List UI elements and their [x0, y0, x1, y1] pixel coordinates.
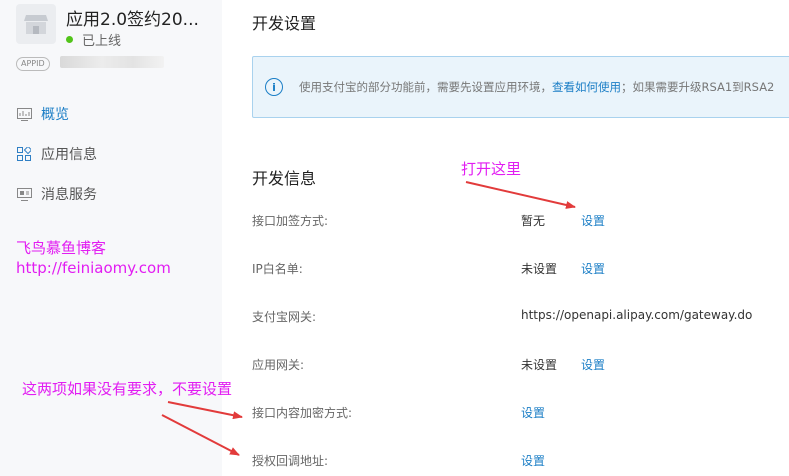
info-notice: i 使用支付宝的部分功能前，需要先设置应用环境， 查看如何使用 ；如果需要升级R…	[252, 56, 789, 118]
how-to-use-link[interactable]: 查看如何使用	[552, 79, 621, 95]
app-status: 已上线	[66, 30, 121, 49]
set-sign-method-link[interactable]: 设置	[581, 212, 605, 229]
sidebar-item-label: 概览	[41, 107, 69, 123]
section-title: 开发信息	[252, 169, 317, 188]
watermark-url: http://feiniaomy.com	[16, 259, 171, 277]
sidebar-item-label: 消息服务	[41, 187, 97, 203]
row-label-sign-method: 接口加签方式:	[252, 214, 329, 228]
annotation-open-here: 打开这里	[461, 160, 522, 178]
online-status-dot	[66, 36, 73, 43]
sidebar: 应用2.0签约20... 已上线 APPID 概览 应用信息 消息服务 飞鸟慕鱼…	[0, 0, 222, 476]
watermark-title: 飞鸟慕鱼博客	[16, 239, 107, 257]
set-app-gateway-link[interactable]: 设置	[581, 356, 605, 373]
app-name: 应用2.0签约20...	[66, 10, 199, 30]
row-label-ip-whitelist: IP白名单:	[252, 262, 303, 276]
appid-badge: APPID	[16, 57, 50, 71]
annotation-no-setting: 这两项如果没有要求，不要设置	[22, 380, 233, 398]
set-encryption-link[interactable]: 设置	[521, 404, 545, 421]
sidebar-item-overview[interactable]: 概览	[16, 103, 69, 125]
row-value-gateway: https://openapi.alipay.com/gateway.do	[521, 308, 753, 322]
dashboard-icon	[16, 106, 32, 122]
info-icon: i	[265, 78, 283, 96]
row-label-callback-url: 授权回调地址:	[252, 454, 329, 468]
status-text: 已上线	[82, 34, 122, 49]
monitor-icon	[16, 186, 32, 202]
sidebar-item-message-service[interactable]: 消息服务	[16, 183, 97, 205]
sidebar-item-label: 应用信息	[41, 147, 97, 163]
grid-icon	[16, 146, 32, 162]
row-value-ip-whitelist: 未设置	[521, 262, 558, 276]
row-label-app-gateway: 应用网关:	[252, 358, 305, 372]
sidebar-item-app-info[interactable]: 应用信息	[16, 143, 97, 165]
row-value-sign-method: 暂无	[521, 214, 546, 228]
row-label-gateway: 支付宝网关:	[252, 310, 317, 324]
notice-text-after: ；如果需要升级RSA1到RSA2	[621, 80, 775, 94]
set-callback-url-link[interactable]: 设置	[521, 452, 545, 469]
set-ip-whitelist-link[interactable]: 设置	[581, 260, 605, 277]
row-value-app-gateway: 未设置	[521, 358, 558, 372]
page-title: 开发设置	[252, 14, 317, 33]
appid-value-redacted	[60, 56, 164, 68]
notice-text-before: 使用支付宝的部分功能前，需要先设置应用环境，	[299, 80, 552, 94]
store-icon	[16, 4, 56, 44]
arrow-to-sign-method	[465, 181, 576, 209]
row-label-encryption: 接口内容加密方式:	[252, 406, 353, 420]
